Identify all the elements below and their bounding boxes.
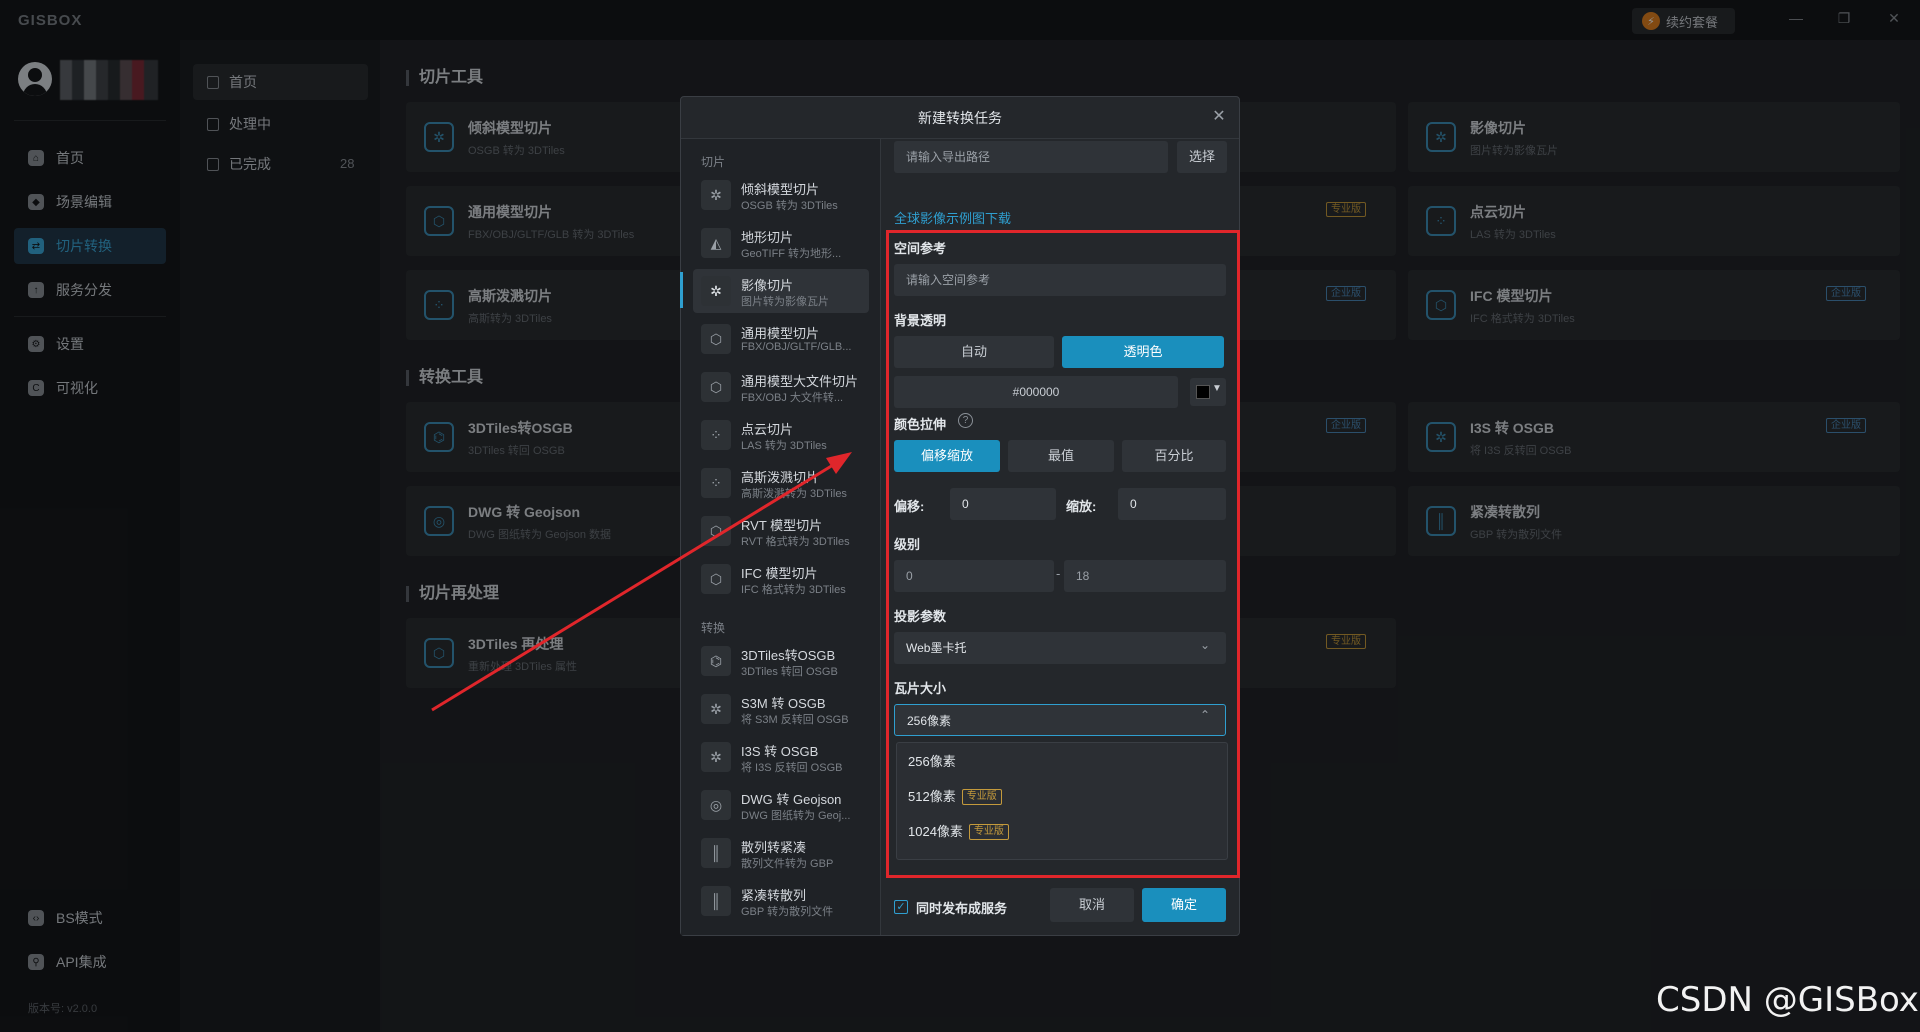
list-item-subtitle: FBX/OBJ/GLTF/GLB... bbox=[741, 341, 852, 353]
list-item[interactable]: ◭ 地形切片 GeoTIFF 转为地形... bbox=[693, 221, 869, 265]
list-item[interactable]: ⬡ 通用模型切片 FBX/OBJ/GLTF/GLB... bbox=[693, 317, 869, 361]
list-item-subtitle: 散列文件转为 GBP bbox=[741, 858, 834, 870]
list-item[interactable]: ║ 散列转紧凑 散列文件转为 GBP bbox=[693, 831, 869, 875]
dialog-title: 新建转换任务 bbox=[681, 97, 1239, 139]
confirm-button[interactable]: 确定 bbox=[1142, 888, 1226, 922]
tilt-model-icon: ✲ bbox=[701, 180, 731, 210]
list-item-subtitle: FBX/OBJ 大文件转... bbox=[741, 392, 844, 404]
list-item-subtitle: GBP 转为散列文件 bbox=[741, 906, 834, 918]
sample-download-link[interactable]: 全球影像示例图下载 bbox=[894, 208, 1011, 227]
export-path-input[interactable]: 请输入导出路径 bbox=[894, 141, 1168, 173]
list-item[interactable]: ║ 紧凑转散列 GBP 转为散列文件 bbox=[693, 879, 869, 923]
list-item[interactable]: ◎ DWG 转 Geojson DWG 图纸转为 Geoj... bbox=[693, 783, 869, 827]
list-item-subtitle: DWG 图纸转为 Geoj... bbox=[741, 810, 851, 822]
list-item-title: 通用模型大文件切片 bbox=[741, 374, 859, 389]
image-slice-icon: ✲ bbox=[701, 276, 731, 306]
barcode-icon: ║ bbox=[701, 838, 731, 868]
list-item-subtitle: 图片转为影像瓦片 bbox=[741, 296, 829, 308]
list-item-title: 紧凑转散列 bbox=[741, 888, 807, 903]
terrain-icon: ◭ bbox=[701, 228, 731, 258]
list-item[interactable]: ✲ 倾斜模型切片 OSGB 转为 3DTiles bbox=[693, 173, 869, 217]
list-item-selected[interactable]: ✲ 影像切片 图片转为影像瓦片 bbox=[693, 269, 869, 313]
list-item-title: 通用模型切片 bbox=[741, 326, 820, 341]
list-item-title: DWG 转 Geojson bbox=[741, 792, 842, 807]
list-item-title: 地形切片 bbox=[741, 230, 794, 245]
list-item-subtitle: GeoTIFF 转为地形... bbox=[741, 248, 842, 260]
choose-path-button[interactable]: 选择 bbox=[1177, 141, 1227, 173]
cube-outline-icon: ⬡ bbox=[701, 324, 731, 354]
barcode-icon: ║ bbox=[701, 886, 731, 916]
list-item-title: 散列转紧凑 bbox=[741, 840, 807, 855]
annotation-arrow bbox=[431, 452, 852, 712]
list-item-title: I3S 转 OSGB bbox=[741, 744, 819, 759]
publish-label: 同时发布成服务 bbox=[916, 901, 1008, 916]
list-item-subtitle: OSGB 转为 3DTiles bbox=[741, 200, 838, 212]
dwg-icon: ◎ bbox=[701, 790, 731, 820]
list-item-subtitle: 将 I3S 反转回 OSGB bbox=[741, 762, 843, 774]
watermark: CSDN @GISBox bbox=[1656, 980, 1919, 1020]
list-item[interactable]: ⬡ 通用模型大文件切片 FBX/OBJ 大文件转... bbox=[693, 365, 869, 409]
i3s-icon: ✲ bbox=[701, 742, 731, 772]
highlight-box bbox=[886, 230, 1240, 878]
selected-indicator bbox=[680, 272, 683, 308]
group-label-slice: 切片 bbox=[701, 155, 726, 169]
close-icon[interactable]: ✕ bbox=[1209, 107, 1229, 127]
cube-outline-icon: ⬡ bbox=[701, 372, 731, 402]
list-item-title: 影像切片 bbox=[741, 278, 794, 293]
publish-checkbox[interactable]: ✓ bbox=[894, 900, 908, 914]
cancel-button[interactable]: 取消 bbox=[1050, 888, 1134, 922]
list-item-title: 倾斜模型切片 bbox=[741, 182, 820, 197]
list-item[interactable]: ✲ I3S 转 OSGB 将 I3S 反转回 OSGB bbox=[693, 735, 869, 779]
